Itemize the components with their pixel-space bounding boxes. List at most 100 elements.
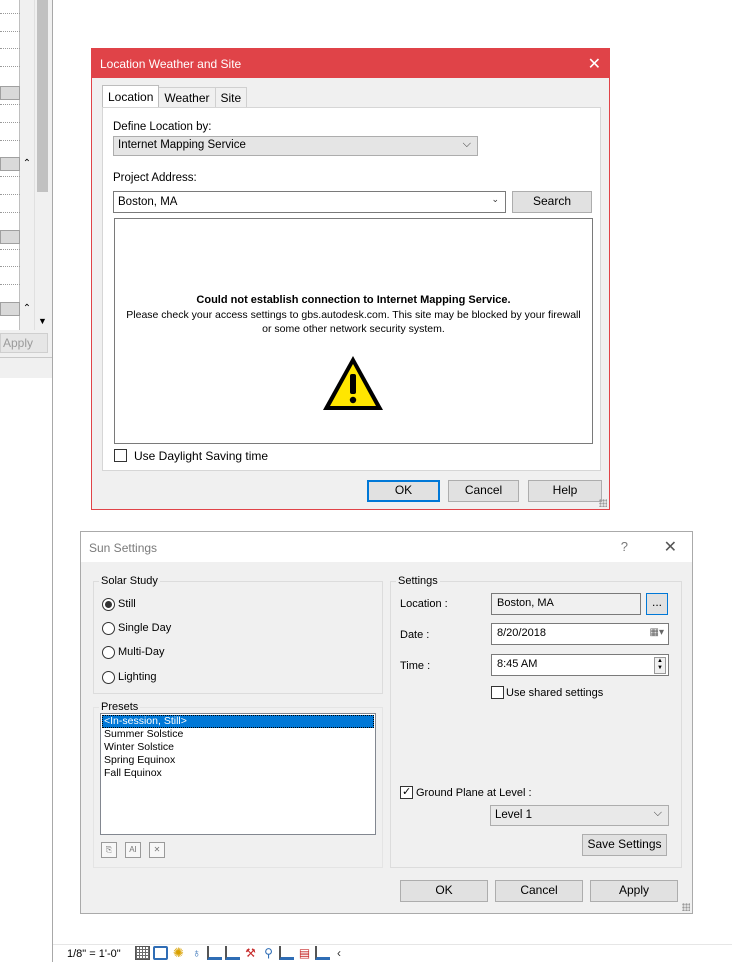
radio-multi-day[interactable] (102, 646, 115, 659)
error-message-line-1: Please check your access settings to gbs… (126, 309, 581, 321)
tab-location[interactable]: Location (102, 85, 160, 107)
grid-cell[interactable] (0, 86, 20, 100)
apply-button[interactable]: Apply (590, 880, 678, 902)
radio-lighting[interactable] (102, 671, 115, 684)
detail-level-icon[interactable] (135, 946, 150, 960)
list-item[interactable]: Fall Equinox (102, 767, 374, 780)
define-location-select[interactable]: Internet Mapping Service ⌵ (113, 136, 478, 156)
project-address-combobox[interactable]: Boston, MA ⌄ (113, 191, 506, 213)
solar-study-group: Solar Study Still Single Day Multi-Day L… (93, 575, 383, 694)
warning-icon (323, 356, 383, 410)
analytical-model-icon[interactable]: ▤ (297, 946, 312, 960)
time-field[interactable]: 8:45 AM ▲ ▼ (491, 654, 669, 676)
ground-plane-label: Ground Plane at Level : (416, 787, 532, 799)
list-item[interactable]: <In-session, Still> (102, 715, 374, 728)
group-header[interactable] (0, 302, 20, 316)
tab-bar: Location Weather Site (102, 85, 248, 107)
vertical-scrollbar[interactable]: ▼ (34, 0, 49, 330)
properties-grid (0, 0, 20, 330)
radio-lighting-label[interactable]: Lighting (118, 671, 157, 683)
divider (52, 0, 53, 962)
date-field[interactable]: 8/20/2018 ▦▾ (491, 623, 669, 645)
sun-path-icon[interactable]: ✺ (171, 946, 186, 960)
show-crop-region-icon[interactable] (225, 946, 240, 960)
reveal-hidden-icon[interactable]: ⚲ (261, 946, 276, 960)
group-header[interactable] (0, 157, 20, 171)
radio-single-day[interactable] (102, 622, 115, 635)
divider (0, 357, 52, 358)
duplicate-icon[interactable]: ⎘ (101, 842, 117, 858)
dialog-titlebar[interactable]: Sun Settings ? ✕ (81, 532, 692, 562)
ground-plane-level-select[interactable]: Level 1 ⌵ (490, 805, 669, 826)
use-shared-settings-checkbox[interactable] (491, 686, 504, 699)
chevron-left-icon[interactable]: ‹ (337, 946, 341, 960)
close-icon[interactable]: ✕ (664, 537, 677, 557)
scrollbar-thumb[interactable] (37, 0, 48, 192)
dialog-title: Location Weather and Site (100, 57, 242, 71)
chevron-down-icon[interactable]: ⌄ (491, 194, 499, 205)
define-location-label: Define Location by: (113, 121, 212, 133)
calendar-icon[interactable]: ▦▾ (650, 627, 664, 638)
highlight-displacement-icon[interactable] (315, 946, 330, 960)
radio-single-day-label[interactable]: Single Day (118, 622, 171, 634)
radio-multi-day-label[interactable]: Multi-Day (118, 646, 164, 658)
list-item[interactable]: Winter Solstice (102, 741, 374, 754)
project-address-value: Boston, MA (118, 196, 178, 208)
browse-location-button[interactable]: ... (646, 593, 668, 615)
location-weather-site-dialog: Location Weather and Site ✕ Location Wea… (91, 48, 610, 510)
view-scale[interactable]: 1/8" = 1'-0" (67, 948, 121, 960)
visual-style-icon[interactable] (153, 946, 168, 960)
cancel-button[interactable]: Cancel (448, 480, 519, 502)
grid-cell[interactable] (0, 230, 20, 244)
worksharing-icon[interactable] (279, 946, 294, 960)
temporary-hide-icon[interactable]: ⚒ (243, 946, 258, 960)
crop-view-icon[interactable] (207, 946, 222, 960)
collapse-icon[interactable]: ⌃ (20, 302, 34, 316)
search-button[interactable]: Search (512, 191, 592, 213)
ground-plane-checkbox[interactable] (400, 785, 413, 799)
location-field: Boston, MA (491, 593, 641, 615)
resize-grip[interactable] (599, 499, 607, 507)
help-button[interactable]: Help (528, 480, 602, 502)
chevron-down-icon: ⌵ (462, 138, 471, 150)
ok-button[interactable]: OK (400, 880, 488, 902)
radio-still-label[interactable]: Still (118, 598, 136, 610)
close-icon[interactable]: ✕ (588, 54, 601, 74)
apply-button[interactable]: Apply (0, 333, 48, 353)
chevron-down-icon[interactable]: ▼ (35, 314, 50, 328)
rename-icon[interactable]: AI (125, 842, 141, 858)
properties-panel: ⌃ ⌃ ▼ Apply (0, 0, 52, 378)
dialog-titlebar[interactable]: Location Weather and Site ✕ (92, 49, 609, 78)
tab-site[interactable]: Site (214, 87, 248, 107)
view-control-icons: ✺ ♁ ⚒ ⚲ ▤ ‹ (135, 946, 341, 960)
list-item[interactable]: Spring Equinox (102, 754, 374, 767)
level-value: Level 1 (495, 809, 533, 821)
shadows-icon[interactable]: ♁ (189, 946, 204, 960)
time-value: 8:45 AM (497, 658, 538, 670)
cancel-button[interactable]: Cancel (495, 880, 583, 902)
radio-still[interactable] (102, 598, 115, 611)
presets-listbox[interactable]: <In-session, Still> Summer Solstice Wint… (100, 713, 376, 835)
list-item[interactable]: Summer Solstice (102, 728, 374, 741)
location-label: Location : (400, 598, 448, 610)
dialog-title: Sun Settings (89, 541, 158, 555)
daylight-saving-checkbox[interactable] (114, 449, 127, 462)
daylight-saving-label: Use Daylight Saving time (134, 449, 269, 463)
delete-icon[interactable]: ✕ (149, 842, 165, 858)
help-icon[interactable]: ? (621, 539, 628, 554)
view-control-bar: 1/8" = 1'-0" ✺ ♁ ⚒ ⚲ ▤ ‹ (53, 944, 732, 962)
define-location-value: Internet Mapping Service (118, 139, 246, 151)
time-spinner[interactable]: ▲ ▼ (654, 657, 666, 674)
date-label: Date : (400, 629, 430, 641)
resize-grip[interactable] (682, 903, 690, 911)
location-tab-panel: Define Location by: Internet Mapping Ser… (102, 107, 601, 471)
save-settings-button[interactable]: Save Settings (582, 834, 667, 856)
ok-button[interactable]: OK (367, 480, 440, 502)
error-message-line-2: or some other network security system. (262, 323, 445, 335)
time-label: Time : (400, 660, 431, 672)
presets-label: Presets (99, 701, 141, 713)
use-shared-settings-label: Use shared settings (506, 687, 604, 699)
chevron-down-icon: ⌵ (653, 807, 662, 819)
collapse-icon[interactable]: ⌃ (20, 157, 34, 171)
tab-weather[interactable]: Weather (158, 87, 216, 107)
